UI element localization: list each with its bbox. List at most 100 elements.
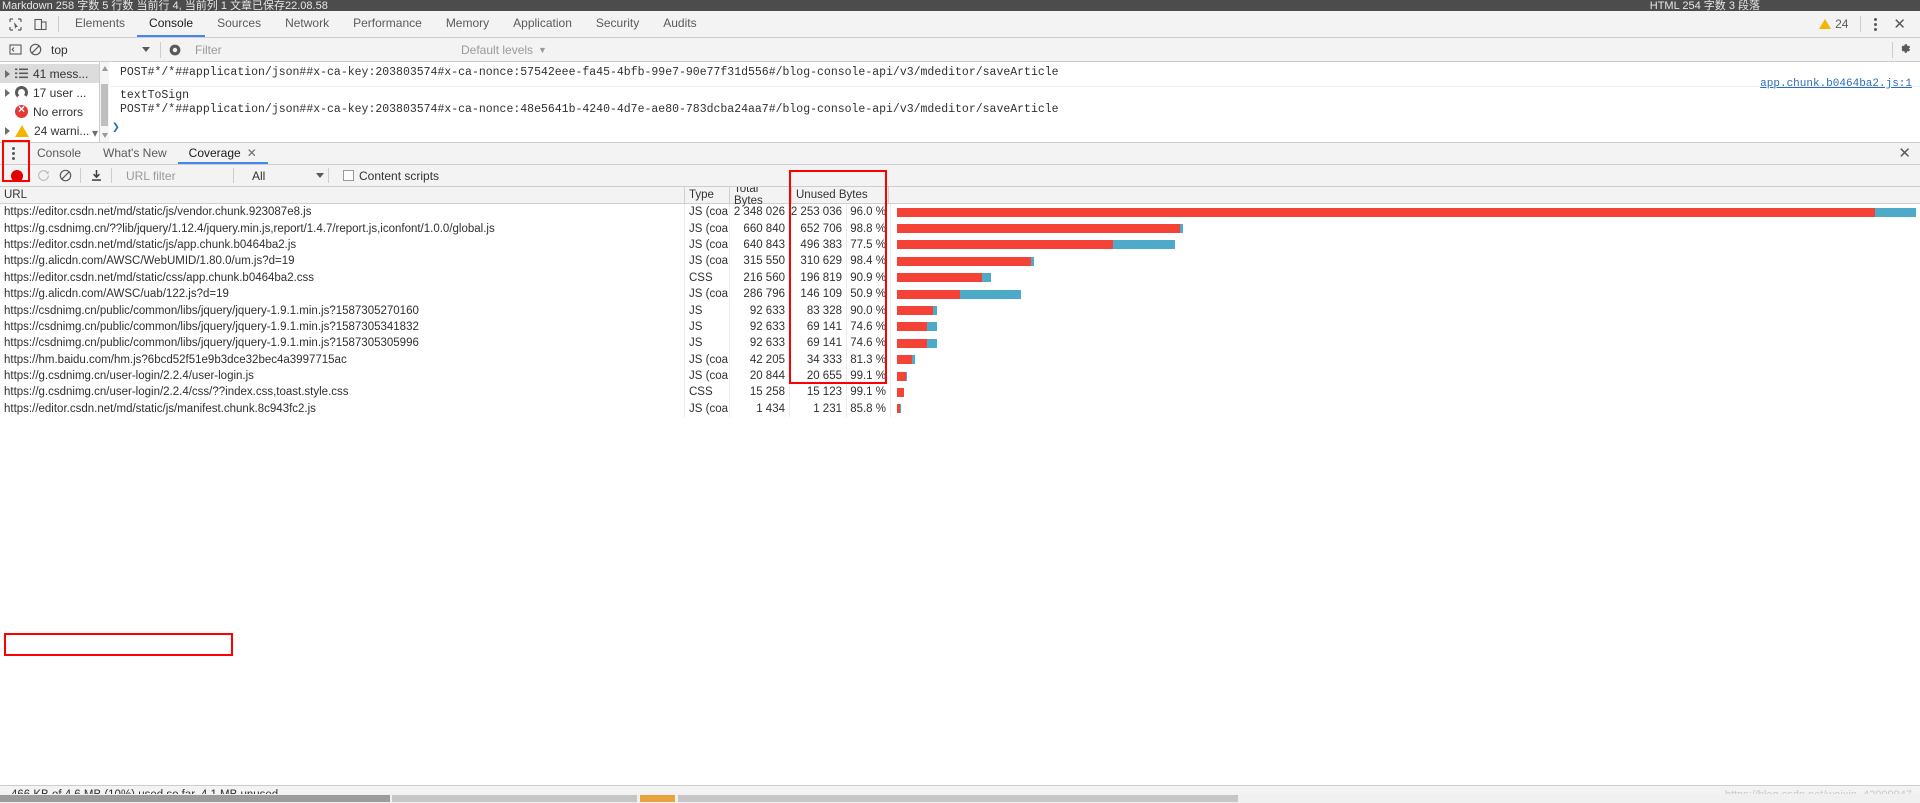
console-sidebar-item-messages[interactable]: 41 mess... <box>0 64 99 83</box>
tab-label: Audits <box>663 16 697 30</box>
cell-total-bytes: 20 844 <box>730 367 790 385</box>
table-row[interactable]: https://g.alicdn.com/AWSC/uab/122.js?d=1… <box>0 285 1920 303</box>
bar-segment-used <box>1112 240 1176 250</box>
table-row[interactable]: https://editor.csdn.net/md/static/js/ven… <box>0 204 1920 221</box>
cell-url: https://csdnimg.cn/public/common/libs/jq… <box>0 302 685 319</box>
cell-total-bytes: 15 258 <box>730 384 790 401</box>
url-filter-input[interactable] <box>124 167 229 184</box>
table-row[interactable]: https://csdnimg.cn/public/common/libs/jq… <box>0 302 1920 319</box>
tab-audits[interactable]: Audits <box>651 11 708 37</box>
scrollbar-thumb[interactable] <box>101 84 108 126</box>
console-sidebar-item-errors[interactable]: No errors <box>0 102 99 121</box>
tab-application[interactable]: Application <box>501 11 584 37</box>
cell-usage-bar <box>891 302 1920 318</box>
column-header-type[interactable]: Type <box>685 187 730 203</box>
cell-unused-percent: 77.5 % <box>847 236 891 254</box>
cell-usage-bar <box>891 352 1920 368</box>
console-message-group[interactable]: textToSign POST#*/*##application/json##x… <box>110 78 1920 117</box>
gear-icon[interactable] <box>1897 41 1912 59</box>
tab-console[interactable]: Console <box>137 11 206 37</box>
device-toolbar-icon[interactable] <box>31 15 50 34</box>
expand-arrow-icon[interactable] <box>5 88 10 97</box>
tab-network[interactable]: Network <box>273 11 341 37</box>
column-header-unused-bytes[interactable]: Unused Bytes <box>792 187 889 203</box>
divider <box>160 41 161 58</box>
drawer-tab-whats-new[interactable]: What's New <box>92 143 178 164</box>
column-header-total-bytes[interactable]: Total Bytes <box>730 187 792 207</box>
table-row[interactable]: https://csdnimg.cn/public/common/libs/jq… <box>0 318 1920 336</box>
warning-count-badge[interactable]: 24 <box>1813 17 1854 31</box>
expand-arrow-icon[interactable] <box>5 69 10 78</box>
page-horizontal-scrollbar[interactable] <box>0 794 1920 803</box>
expand-arrow-icon[interactable] <box>5 126 10 135</box>
table-row[interactable]: https://g.csdnimg.cn/user-login/2.2.4/us… <box>0 367 1920 385</box>
console-log-line: POST#*/*##application/json##x-ca-key:203… <box>120 66 1059 79</box>
table-row[interactable]: https://editor.csdn.net/md/static/js/app… <box>0 236 1920 254</box>
console-sidebar-item-user-messages[interactable]: 17 user ... <box>0 83 99 102</box>
drawer-tab-coverage[interactable]: Coverage ✕ <box>177 143 268 164</box>
reload-and-start-recording-icon[interactable] <box>32 166 54 186</box>
chevron-down-icon: ▼ <box>538 44 547 55</box>
table-row[interactable]: https://g.alicdn.com/AWSC/WebUMID/1.80.0… <box>0 253 1920 270</box>
cell-usage-bar <box>891 237 1920 253</box>
cell-url: https://g.alicdn.com/AWSC/WebUMID/1.80.0… <box>0 253 685 270</box>
cell-unused-bytes: 146 109 <box>790 285 847 303</box>
close-icon[interactable]: ✕ <box>247 146 257 160</box>
console-settings-eye-icon[interactable] <box>165 40 185 60</box>
cell-unused-percent: 90.0 % <box>847 302 891 319</box>
console-sidebar-label: 41 mess... <box>33 66 89 81</box>
drawer-close-icon[interactable]: ✕ <box>1889 143 1920 164</box>
cell-unused-percent: 74.6 % <box>847 335 891 352</box>
drawer-tab-console[interactable]: Console <box>26 143 92 164</box>
coverage-table-header: URL Type Total Bytes Unused Bytes <box>0 187 1920 207</box>
table-row[interactable]: https://g.csdnimg.cn/user-login/2.2.4/cs… <box>0 384 1920 401</box>
divider <box>1892 41 1893 58</box>
scroll-up-arrow-icon[interactable] <box>101 66 108 71</box>
bar-segment-used <box>1031 256 1034 266</box>
table-row[interactable]: https://editor.csdn.net/md/static/css/ap… <box>0 269 1920 286</box>
bar-segment-used <box>1875 207 1916 217</box>
tab-elements[interactable]: Elements <box>63 11 137 37</box>
drawer-more-options-icon[interactable] <box>0 143 26 164</box>
export-icon[interactable] <box>85 166 107 186</box>
scroll-down-arrow-icon[interactable] <box>101 133 108 138</box>
bar-segment-used <box>960 289 1022 299</box>
bar-segment-used <box>900 404 901 414</box>
tab-label: Memory <box>445 16 490 30</box>
execution-context-select[interactable]: top <box>51 43 156 57</box>
column-header-url[interactable]: URL <box>0 187 685 203</box>
table-row[interactable]: https://csdnimg.cn/public/common/libs/jq… <box>0 335 1920 352</box>
console-log-line: POST#*/*##application/json##x-ca-key:203… <box>120 103 1059 116</box>
cell-total-bytes: 216 560 <box>730 269 790 286</box>
cell-unused-percent: 96.0 % <box>847 204 891 221</box>
clear-all-icon[interactable] <box>54 166 76 186</box>
coverage-type-filter-select[interactable]: All <box>252 169 324 183</box>
console-levels-select[interactable]: Default levels ▼ <box>461 43 547 57</box>
sidebar-scroll-indicator[interactable]: ▾ <box>92 126 98 140</box>
cell-url: https://editor.csdn.net/md/static/js/man… <box>0 400 685 418</box>
inspect-element-icon[interactable] <box>6 15 25 34</box>
console-source-link[interactable]: app.chunk.b0464ba2.js:1 <box>1760 78 1912 90</box>
tab-memory[interactable]: Memory <box>434 11 501 37</box>
tab-security[interactable]: Security <box>584 11 651 37</box>
more-options-icon[interactable] <box>1867 17 1884 31</box>
checkbox-box[interactable] <box>343 170 354 181</box>
content-scripts-checkbox[interactable]: Content scripts <box>343 169 439 183</box>
warning-count-label: 24 <box>1835 17 1849 31</box>
tab-sources[interactable]: Sources <box>205 11 273 37</box>
tab-performance[interactable]: Performance <box>341 11 434 37</box>
sidebar-toggle-icon[interactable] <box>5 40 25 60</box>
table-row[interactable]: https://hm.baidu.com/hm.js?6bcd52f51e9b3… <box>0 351 1920 368</box>
console-scrollbar[interactable] <box>100 62 109 142</box>
cell-unused-bytes: 69 141 <box>790 318 847 336</box>
close-icon[interactable]: ✕ <box>1886 17 1913 32</box>
console-filter-input[interactable] <box>193 41 383 58</box>
devtools-window: Elements Console Sources Network Perform… <box>0 11 1920 803</box>
table-row[interactable]: https://g.csdnimg.cn/??lib/jquery/1.12.4… <box>0 220 1920 237</box>
table-row[interactable]: https://editor.csdn.net/md/static/js/man… <box>0 400 1920 418</box>
cell-usage-bar <box>891 220 1920 236</box>
clear-console-icon[interactable] <box>25 40 45 60</box>
console-message-group[interactable]: POST#*/*##application/json##x-ca-key:203… <box>110 64 1920 80</box>
console-sidebar-item-warnings[interactable]: 24 warni... <box>0 121 99 140</box>
record-button[interactable] <box>11 169 23 182</box>
